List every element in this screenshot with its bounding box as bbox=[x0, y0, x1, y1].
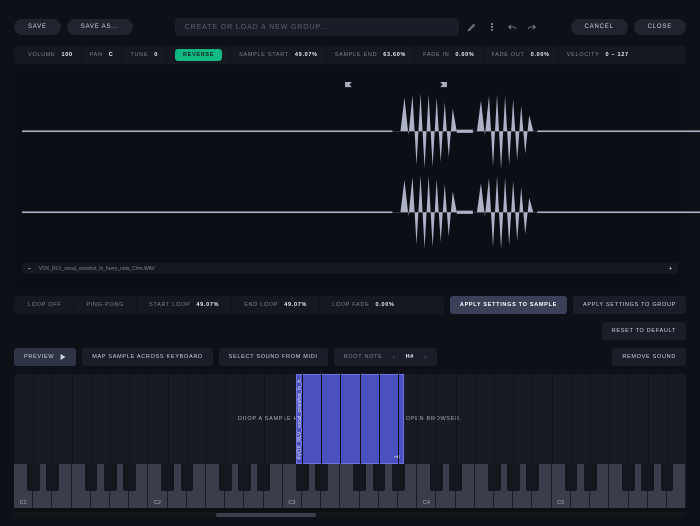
wave-channel-right bbox=[22, 172, 700, 253]
param-volume[interactable]: VOLUME100 bbox=[20, 46, 82, 64]
black-key[interactable] bbox=[661, 464, 674, 491]
param-tune[interactable]: TUNE0 bbox=[122, 46, 167, 64]
start-flag[interactable] bbox=[344, 82, 353, 96]
param-pan[interactable]: PANC bbox=[82, 46, 123, 64]
octave-label: C1 bbox=[20, 500, 27, 506]
black-key[interactable] bbox=[123, 464, 136, 491]
cancel-button[interactable]: CANCEL bbox=[571, 19, 628, 35]
start-loop-param[interactable]: START LOOP49.07% bbox=[143, 296, 225, 314]
more-icon[interactable] bbox=[485, 20, 499, 34]
sample-drop-zone[interactable]: DROP A SAMPLE HERE OR PRESS RIGHT CLICK … bbox=[14, 374, 686, 464]
black-key[interactable] bbox=[27, 464, 40, 491]
chevron-left-icon[interactable]: ‹ bbox=[393, 354, 396, 361]
save-as-button[interactable]: SAVE AS... bbox=[67, 19, 133, 35]
black-key[interactable] bbox=[526, 464, 539, 491]
black-key[interactable] bbox=[584, 464, 597, 491]
remove-sound-button[interactable]: REMOVE SOUND bbox=[612, 348, 686, 366]
black-key[interactable] bbox=[507, 464, 520, 491]
sample-block[interactable]: #VOX_RLV_vocal_oneshot_fx_h... ⇥ bbox=[296, 374, 404, 464]
black-key[interactable] bbox=[373, 464, 386, 491]
black-key[interactable] bbox=[161, 464, 174, 491]
black-key[interactable] bbox=[392, 464, 405, 491]
black-key[interactable] bbox=[353, 464, 366, 491]
param-reverse[interactable]: REVERSE bbox=[167, 46, 231, 64]
black-key[interactable] bbox=[181, 464, 194, 491]
param-sample-end[interactable]: SAMPLE END63.60% bbox=[327, 46, 415, 64]
octave-label: C3 bbox=[288, 500, 295, 506]
black-key[interactable] bbox=[257, 464, 270, 491]
octave-label: C5 bbox=[557, 500, 564, 506]
black-key[interactable] bbox=[565, 464, 578, 491]
param-fade-in[interactable]: FADE IN0.00% bbox=[415, 46, 483, 64]
chevron-right-icon[interactable]: › bbox=[424, 354, 427, 361]
map-keyboard-button[interactable]: MAP SAMPLE ACROSS KEYBOARD bbox=[82, 348, 212, 366]
search-placeholder: CREATE OR LOAD A NEW GROUP... bbox=[185, 24, 329, 31]
play-icon bbox=[60, 354, 66, 360]
black-key[interactable] bbox=[296, 464, 309, 491]
param-fade-out[interactable]: FADE OUT0.00% bbox=[484, 46, 559, 64]
redo-icon[interactable] bbox=[525, 20, 539, 34]
reset-to-default-button[interactable]: RESET TO DEFAULT bbox=[602, 322, 686, 340]
select-midi-button[interactable]: SELECT SOUND FROM MIDI bbox=[219, 348, 328, 366]
apply-to-sample-button[interactable]: APPLY SETTINGS TO SAMPLE bbox=[450, 296, 567, 314]
zoom-out-icon[interactable]: – bbox=[28, 266, 31, 272]
black-key[interactable] bbox=[238, 464, 251, 491]
black-key[interactable] bbox=[315, 464, 328, 491]
end-flag[interactable] bbox=[439, 82, 448, 96]
param-velocity[interactable]: VELOCITY0 – 127 bbox=[559, 46, 637, 64]
undo-icon[interactable] bbox=[505, 20, 519, 34]
octave-label: C2 bbox=[154, 500, 161, 506]
black-key[interactable] bbox=[488, 464, 501, 491]
black-key[interactable] bbox=[104, 464, 117, 491]
black-key[interactable] bbox=[641, 464, 654, 491]
waveform-display[interactable]: – VOX_RLV_vocal_oneshot_fx_hurry_now_C#m… bbox=[14, 72, 686, 288]
black-key[interactable] bbox=[430, 464, 443, 491]
close-button[interactable]: CLOSE bbox=[634, 19, 686, 35]
group-search-input[interactable]: CREATE OR LOAD A NEW GROUP... bbox=[175, 18, 459, 36]
waveform-filename: VOX_RLV_vocal_oneshot_fx_hurry_now_C#m.W… bbox=[39, 266, 155, 272]
root-note-stepper[interactable]: ROOT NOTE ‹ H# › bbox=[334, 348, 437, 366]
black-key[interactable] bbox=[85, 464, 98, 491]
wave-channel-left bbox=[22, 91, 700, 172]
black-key[interactable] bbox=[219, 464, 232, 491]
end-loop-param[interactable]: END LOOP49.07% bbox=[238, 296, 313, 314]
param-sample-start[interactable]: SAMPLE START49.07% bbox=[231, 46, 327, 64]
black-key[interactable] bbox=[46, 464, 59, 491]
edit-icon[interactable] bbox=[465, 20, 479, 34]
loop-off-button[interactable]: LOOP OFF bbox=[22, 296, 67, 314]
black-key[interactable] bbox=[449, 464, 462, 491]
keyboard-mapper: DROP A SAMPLE HERE OR PRESS RIGHT CLICK … bbox=[14, 374, 686, 518]
black-key[interactable] bbox=[622, 464, 635, 491]
parameter-bar: VOLUME100 PANC TUNE0 REVERSE SAMPLE STAR… bbox=[14, 46, 686, 64]
loop-fade-param[interactable]: LOOP FADE0.00% bbox=[326, 296, 401, 314]
file-strip: – VOX_RLV_vocal_oneshot_fx_hurry_now_C#m… bbox=[22, 263, 678, 274]
piano-keys[interactable]: C1 C2 C3 C4 C5 bbox=[14, 464, 686, 508]
preview-button[interactable]: PREVIEW bbox=[14, 348, 76, 366]
apply-to-group-button[interactable]: APPLY SETTINGS TO GROUP bbox=[573, 296, 686, 314]
save-button[interactable]: SAVE bbox=[14, 19, 61, 35]
ping-pong-button[interactable]: PING-PONG bbox=[80, 296, 130, 314]
scrollbar-thumb[interactable] bbox=[216, 513, 317, 517]
keyboard-scrollbar[interactable] bbox=[14, 512, 686, 518]
zoom-in-icon[interactable]: + bbox=[669, 266, 672, 272]
octave-label: C4 bbox=[423, 500, 430, 506]
